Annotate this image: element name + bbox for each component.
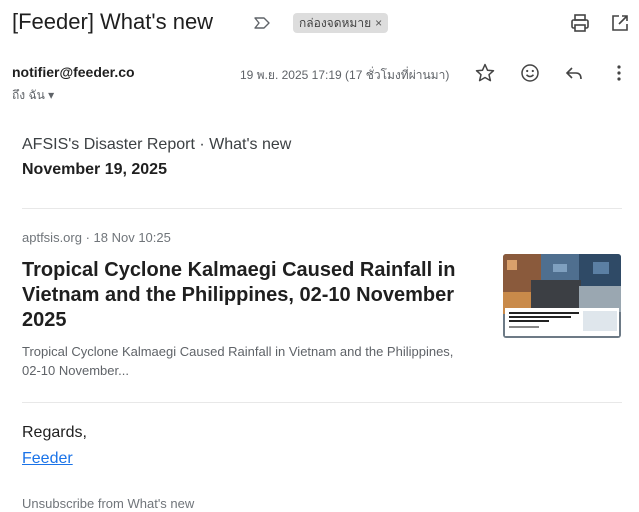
email-date: 19 พ.ย. 2025 17:19 (17 ชั่วโมงที่ผ่านมา) xyxy=(240,68,450,82)
print-icon[interactable] xyxy=(569,12,591,34)
more-vertical-icon[interactable] xyxy=(608,62,630,84)
report-title: AFSIS's Disaster Report · What's new xyxy=(22,136,292,153)
subject-row: [Feeder] What's new กล่องจดหมาย × xyxy=(12,8,639,40)
sender-address[interactable]: notifier@feeder.co xyxy=(12,64,135,80)
emoji-react-icon[interactable] xyxy=(519,62,541,84)
email-subject: [Feeder] What's new xyxy=(12,9,214,34)
importance-marker-icon[interactable] xyxy=(253,14,271,32)
label-remove-icon[interactable]: × xyxy=(375,16,382,30)
recipient-details-toggle[interactable]: ถึง ฉัน ▾ xyxy=(12,86,54,105)
divider xyxy=(22,208,622,209)
sender-row: notifier@feeder.co ถึง ฉัน ▾ 19 พ.ย. 202… xyxy=(12,62,639,105)
article-description: Tropical Cyclone Kalmaegi Caused Rainfal… xyxy=(22,344,454,378)
feeder-link[interactable]: Feeder xyxy=(22,450,73,468)
regards-text: Regards, xyxy=(22,424,87,441)
email-body-header: AFSIS's Disaster Report · What's new Nov… xyxy=(22,136,622,179)
label-chip-text: กล่องจดหมาย xyxy=(299,16,372,30)
reply-icon[interactable] xyxy=(563,62,585,84)
unsubscribe-link[interactable]: Unsubscribe from What's new xyxy=(22,496,194,511)
article-title-link[interactable]: Tropical Cyclone Kalmaegi Caused Rainfal… xyxy=(22,258,492,333)
inbox-label-chip[interactable]: กล่องจดหมาย × xyxy=(293,13,389,33)
open-in-new-window-icon[interactable] xyxy=(609,12,631,34)
report-date: November 19, 2025 xyxy=(22,161,167,178)
divider xyxy=(22,402,622,403)
article-thumbnail[interactable] xyxy=(503,254,621,338)
star-icon[interactable] xyxy=(474,62,496,84)
article-meta[interactable]: aptfsis.org · 18 Nov 10:25 xyxy=(22,230,171,245)
